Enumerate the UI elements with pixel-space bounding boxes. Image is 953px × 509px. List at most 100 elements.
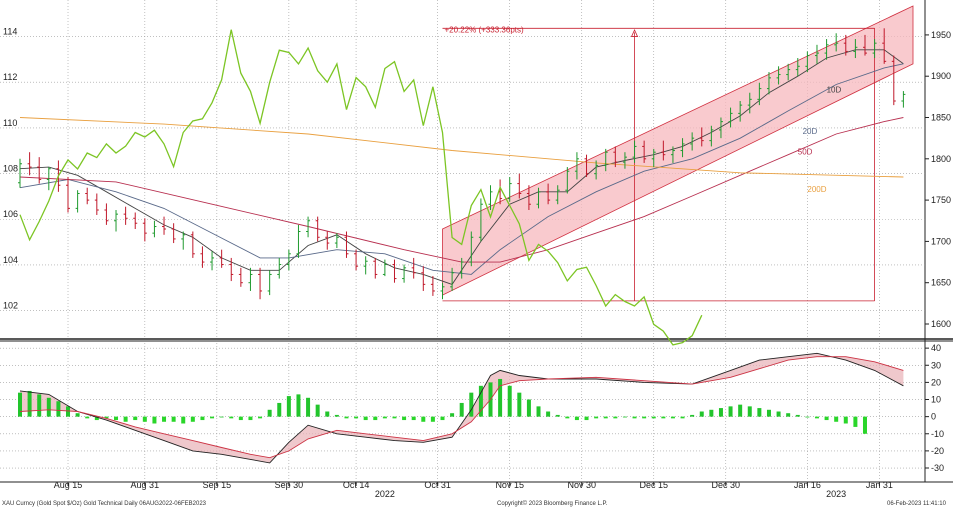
osc-bar (440, 416, 445, 421)
right-tick-label: 1850 (931, 113, 951, 123)
osc-bar (171, 416, 176, 422)
x-tick-label: Jan 16 (794, 480, 821, 490)
osc-bar (373, 416, 378, 421)
osc-tick-label: 20 (931, 377, 941, 387)
footer-right: 06-Feb-2023 11:41:10 (887, 501, 947, 507)
osc-bar (642, 416, 647, 419)
osc-tick-label: 0 (931, 412, 936, 422)
osc-bar (469, 392, 474, 417)
left-tick-label: 106 (3, 209, 18, 219)
osc-bar (738, 404, 743, 417)
osc-bar (286, 396, 291, 417)
osc-bar (162, 416, 167, 422)
left-tick-label: 110 (3, 118, 17, 128)
left-tick-label: 114 (3, 27, 17, 37)
x-year-label: 2023 (826, 489, 846, 499)
osc-bar (555, 414, 560, 417)
osc-bar (315, 404, 320, 417)
osc-tick-label: -20 (931, 446, 944, 456)
osc-bar (152, 416, 157, 424)
osc-bar (747, 406, 752, 417)
osc-bar (459, 402, 464, 417)
osc-bar (450, 413, 455, 417)
ma-label-50d: 50D (798, 148, 813, 157)
x-tick-label: Nov 30 (567, 480, 596, 490)
osc-bar (517, 392, 522, 417)
osc-bar (248, 416, 253, 421)
osc-tick-label: 10 (931, 395, 941, 405)
x-tick-label: Nov 15 (495, 480, 524, 490)
x-tick-label: Sep 30 (275, 480, 304, 490)
x-tick-label: Aug 31 (131, 480, 160, 490)
right-tick-label: 1750 (931, 195, 951, 205)
osc-bar (565, 416, 570, 419)
right-tick-label: 1700 (931, 236, 951, 246)
osc-bar (814, 416, 819, 419)
osc-bar (363, 416, 368, 421)
osc-bar (766, 409, 771, 417)
osc-bar (392, 416, 397, 419)
osc-bar (862, 416, 867, 434)
osc-bar (680, 416, 685, 419)
ma-label-10d: 10D (827, 86, 842, 95)
osc-bar (613, 416, 618, 419)
right-tick-label: 1900 (931, 71, 951, 81)
osc-bar (210, 416, 215, 419)
osc-tick-label: 40 (931, 343, 941, 353)
osc-bar (507, 385, 512, 417)
ma-label-200d: 200D (807, 185, 826, 194)
osc-bar (354, 416, 359, 419)
chart-canvas: +20.22% (+333.36pts) 10D 20D 50D 200D 102 10… (0, 0, 953, 509)
osc-tick-label: -30 (931, 463, 944, 473)
right-tick-label: 1800 (931, 154, 951, 164)
osc-bar (718, 408, 723, 417)
x-tick-label: Jan 31 (866, 480, 893, 490)
osc-bar (699, 411, 704, 417)
x-tick-label: Aug 15 (54, 480, 83, 490)
osc-bar (181, 416, 186, 424)
osc-bar (574, 416, 579, 421)
osc-bar (18, 392, 22, 417)
osc-bar (258, 416, 263, 419)
left-tick-label: 102 (3, 301, 18, 311)
x-tick-label: Oct 31 (424, 480, 451, 490)
osc-tick-label: -10 (931, 429, 944, 439)
chart-root: +20.22% (+333.36pts) 10D 20D 50D 200D 102 10… (0, 0, 953, 509)
osc-bar (603, 416, 608, 419)
osc-bar (834, 416, 839, 422)
osc-bar (200, 416, 205, 421)
osc-bar (277, 402, 282, 417)
measure-label: +20.22% (+333.36pts) (444, 25, 524, 34)
osc-bar (296, 394, 301, 417)
footer-left: XAU Curncy (Gold Spot $/Oz) Gold Technic… (2, 501, 207, 507)
x-tick-label: Dec 30 (711, 480, 740, 490)
osc-bar (661, 416, 666, 419)
osc-bar (526, 399, 531, 417)
osc-bar (325, 411, 330, 417)
osc-bar (824, 416, 829, 421)
osc-bar (805, 416, 810, 418)
osc-bar (190, 416, 195, 422)
x-tick-label: Sep 15 (203, 480, 232, 490)
right-tick-label: 1950 (931, 30, 951, 40)
osc-bar (584, 416, 589, 421)
osc-bar (85, 416, 90, 419)
osc-bar (632, 416, 637, 419)
osc-bar (536, 406, 541, 417)
osc-bar (786, 413, 791, 417)
osc-bar (430, 416, 435, 422)
osc-bar (142, 416, 147, 422)
osc-bar (402, 416, 407, 421)
osc-bar (843, 416, 848, 424)
osc-bar (27, 390, 32, 417)
osc-bar (795, 414, 800, 417)
osc-bar (382, 416, 387, 419)
osc-bar (56, 401, 61, 417)
left-tick-label: 112 (3, 72, 17, 82)
osc-bar (133, 416, 138, 421)
osc-bar (651, 416, 656, 419)
left-tick-label: 104 (3, 255, 18, 265)
osc-bar (776, 411, 781, 417)
osc-bar (709, 409, 714, 417)
osc-bar (622, 416, 627, 418)
